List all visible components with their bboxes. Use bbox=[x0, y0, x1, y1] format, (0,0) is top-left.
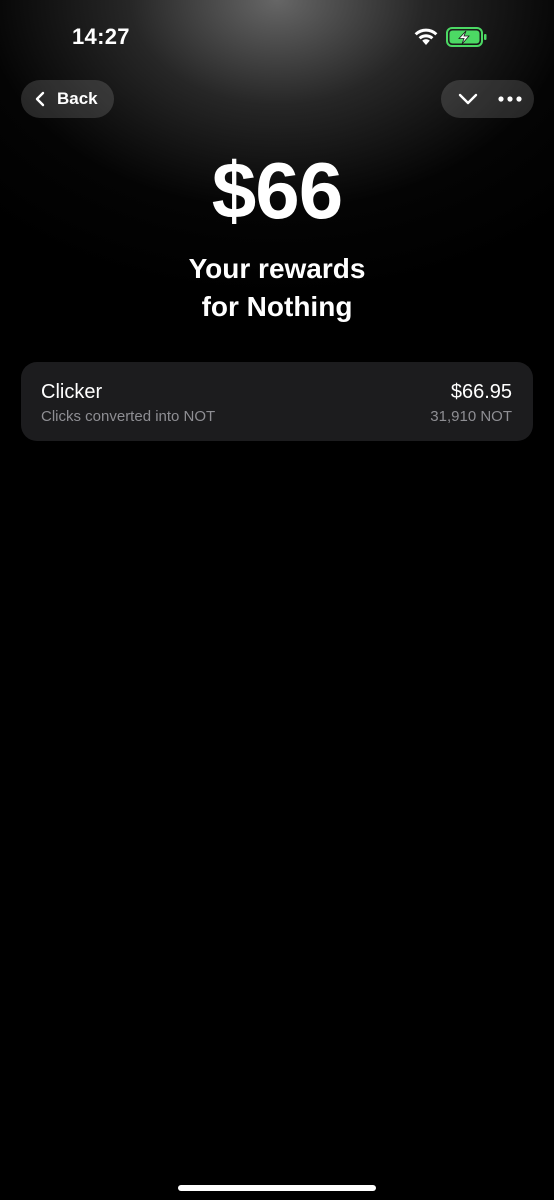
subtitle-line-1: Your rewards bbox=[188, 253, 366, 284]
reward-title: Clicker bbox=[41, 381, 103, 403]
home-indicator[interactable] bbox=[178, 1185, 376, 1191]
more-button[interactable] bbox=[491, 80, 529, 118]
more-icon bbox=[498, 96, 522, 102]
back-button[interactable]: Back bbox=[21, 80, 114, 118]
back-label: Back bbox=[57, 89, 98, 108]
status-time: 14:27 bbox=[72, 24, 130, 49]
subtitle-line-2: for Nothing bbox=[201, 291, 353, 322]
battery-charging-icon bbox=[446, 27, 487, 47]
chevron-down-icon bbox=[458, 93, 478, 105]
menu-pill bbox=[441, 80, 534, 118]
reward-not-value: 31,910 NOT bbox=[430, 408, 512, 425]
reward-usd-value: $66.95 bbox=[450, 381, 512, 403]
collapse-button[interactable] bbox=[449, 80, 487, 118]
reward-description: Clicks converted into NOT bbox=[41, 408, 216, 425]
rewards-screen: 14:27 Back $66 Your rewards for Nothing … bbox=[0, 0, 554, 1200]
reward-total: $66 bbox=[211, 146, 343, 235]
status-bar: 14:27 bbox=[0, 0, 554, 70]
chevron-left-icon bbox=[35, 91, 45, 107]
wifi-icon bbox=[414, 28, 438, 45]
reward-item-clicker[interactable]: Clicker Clicks converted into NOT $66.95… bbox=[21, 362, 533, 441]
page-subtitle: Your rewards for Nothing bbox=[0, 250, 554, 326]
